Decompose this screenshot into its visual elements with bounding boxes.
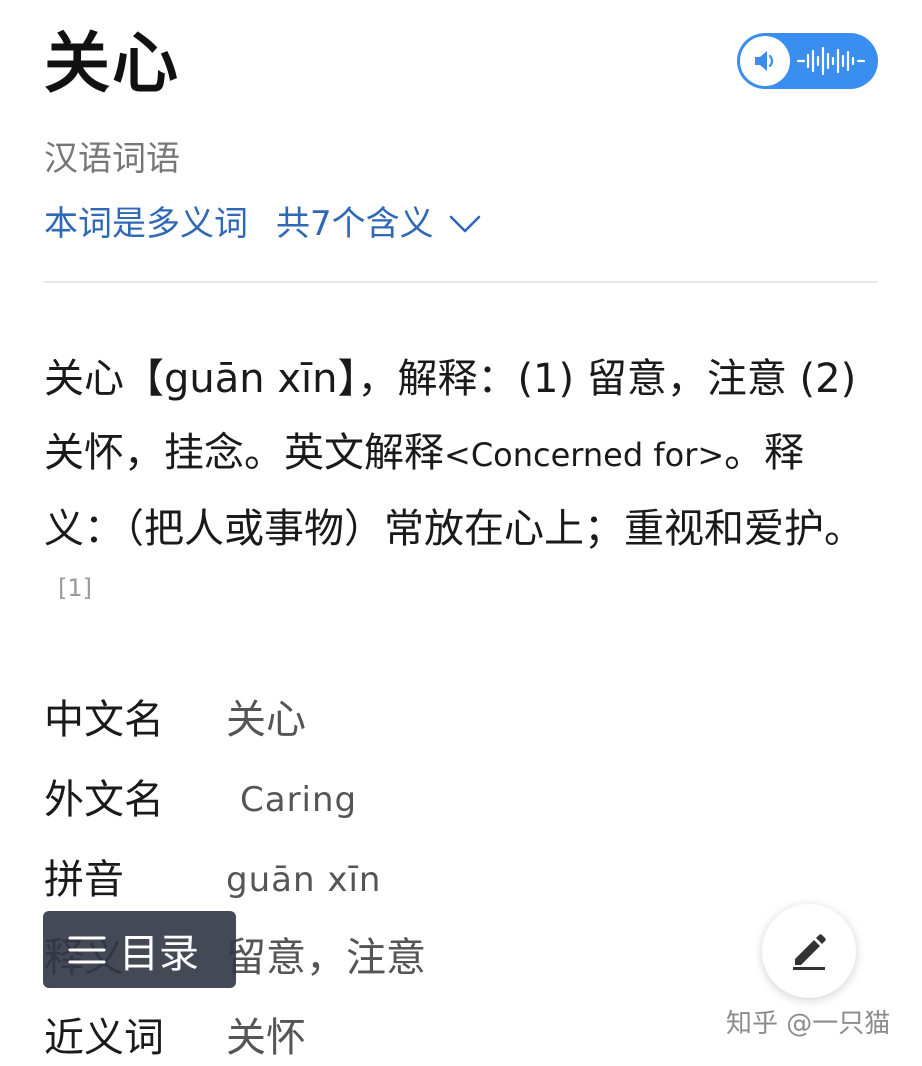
polysemy-label: 本词是多义词 (44, 204, 248, 244)
word-category: 汉语词语 (44, 139, 180, 179)
info-key: 拼音 (44, 857, 124, 903)
chevron-down-icon (449, 215, 480, 233)
toc-label: 目录 (119, 930, 199, 977)
table-of-contents-button[interactable]: 目录 (43, 911, 236, 988)
info-row-synonym: 近义词 关怀 (44, 1010, 306, 1066)
info-value: 关心 (226, 697, 306, 743)
info-value: 留意，注意 (226, 935, 426, 981)
watermark: 知乎 @一只猫 (726, 1009, 891, 1039)
edit-button[interactable] (762, 904, 856, 998)
meanings-dropdown[interactable]: 共7个含义 (276, 200, 482, 248)
english-explanation: <Concerned for> (444, 436, 725, 474)
info-key: 外文名 (44, 777, 164, 823)
info-value[interactable]: 关怀 (226, 1010, 306, 1066)
info-key: 中文名 (44, 697, 164, 743)
sound-wave-icon (796, 46, 866, 76)
info-value: guān xīn (226, 860, 382, 900)
info-value: Caring (240, 780, 358, 820)
menu-icon (68, 936, 106, 963)
info-row-foreign-name: 外文名 Caring (44, 772, 357, 828)
pronunciation-audio-button[interactable] (737, 33, 878, 89)
info-row-pinyin: 拼音 guān xīn (44, 852, 381, 908)
reference-link[interactable]: [1] (58, 574, 92, 602)
info-row-chinese-name: 中文名 关心 (44, 692, 306, 748)
divider (44, 281, 878, 283)
info-key: 近义词 (44, 1015, 164, 1061)
speaker-icon (740, 36, 790, 86)
word-description: 关心【guān xīn】，解释：(1) 留意，注意 (2) 关怀，挂念。英文解释… (44, 342, 884, 640)
page-title: 关心 (44, 25, 180, 102)
meanings-count: 共7个含义 (276, 204, 434, 244)
polysemy-row[interactable]: 本词是多义词 共7个含义 (44, 200, 482, 248)
pencil-icon (793, 934, 826, 970)
